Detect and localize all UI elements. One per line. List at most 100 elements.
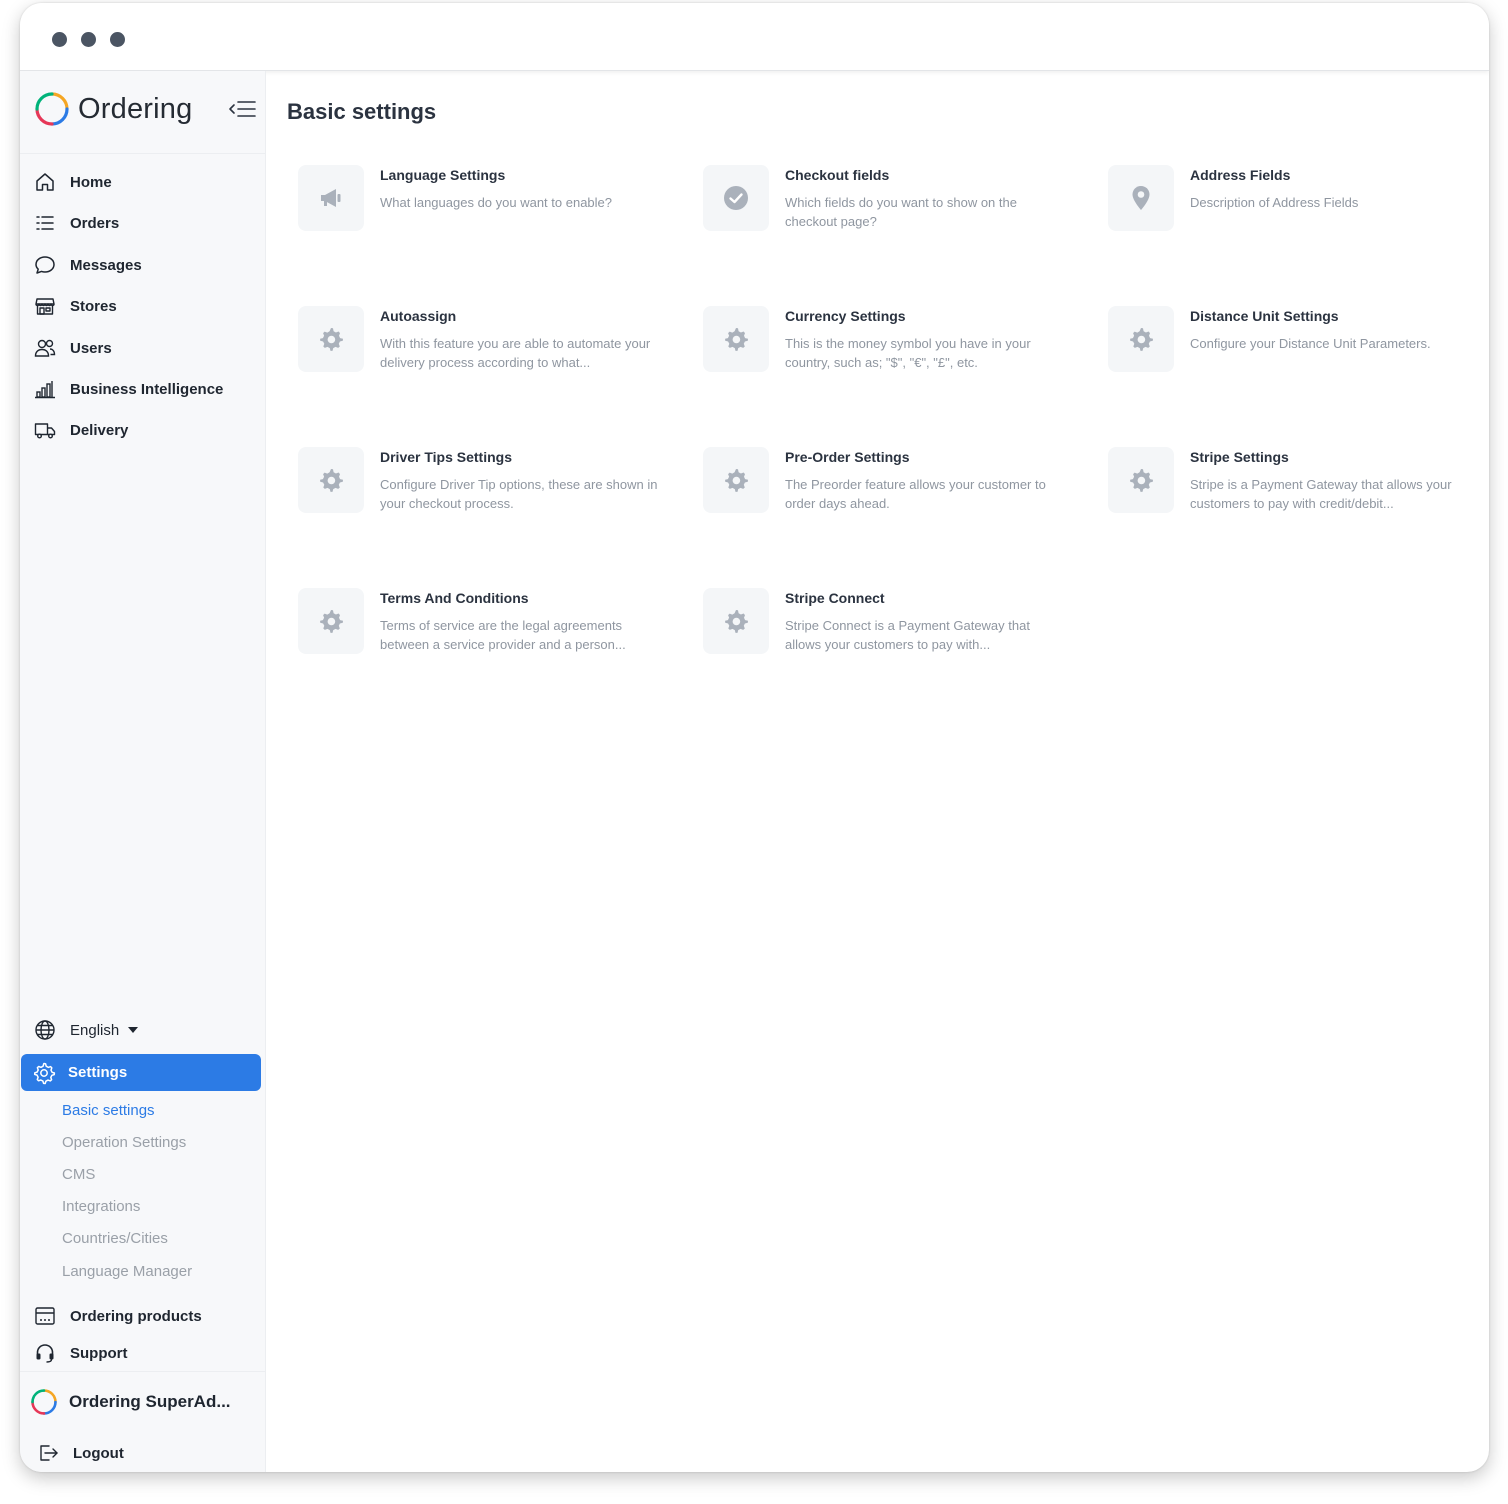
card-title: Address Fields xyxy=(1190,167,1291,183)
logout-button[interactable]: Logout xyxy=(35,1436,263,1470)
brand-name: Ordering xyxy=(78,92,193,125)
card-description: Configure Driver Tip options, these are … xyxy=(380,477,658,511)
user-name: Ordering SuperAd... xyxy=(69,1392,231,1411)
maximize-window-button[interactable] xyxy=(110,32,125,47)
truck-icon xyxy=(32,417,58,443)
language-label: English xyxy=(70,1021,120,1039)
nav-users[interactable]: Users xyxy=(32,331,260,365)
card-title: Terms And Conditions xyxy=(380,590,529,606)
nav-label: Messages xyxy=(70,256,142,274)
language-selector[interactable]: English xyxy=(32,1013,260,1047)
nav-settings[interactable]: Settings xyxy=(21,1054,261,1091)
settings-card-driver-tips[interactable]: Driver Tips Settings Configure Driver Ti… xyxy=(298,447,678,537)
nav-label: Delivery xyxy=(70,421,129,439)
collapse-sidebar-button[interactable] xyxy=(228,99,258,119)
nav-support[interactable]: Support xyxy=(32,1336,260,1370)
nav-label: Users xyxy=(70,339,112,357)
subnav-basic-settings[interactable]: Basic settings xyxy=(62,1102,155,1119)
card-description: Terms of service are the legal agreement… xyxy=(380,618,626,652)
nav-stores[interactable]: Stores xyxy=(32,289,260,323)
divider xyxy=(20,1371,265,1372)
globe-icon xyxy=(32,1017,58,1043)
subnav-integrations[interactable]: Integrations xyxy=(62,1198,140,1215)
chat-icon xyxy=(32,252,58,278)
megaphone-icon xyxy=(298,165,364,231)
card-description: Description of Address Fields xyxy=(1190,195,1359,210)
gear-icon xyxy=(298,447,364,513)
close-window-button[interactable] xyxy=(52,32,67,47)
subnav-cms[interactable]: CMS xyxy=(62,1166,95,1183)
collapse-menu-icon xyxy=(229,101,256,117)
subnav-language-manager[interactable]: Language Manager xyxy=(62,1263,192,1280)
nav-label: Business Intelligence xyxy=(70,380,224,398)
headset-icon xyxy=(32,1340,58,1366)
gear-icon xyxy=(298,306,364,372)
nav-label: Stores xyxy=(70,297,117,315)
store-icon xyxy=(32,293,58,319)
settings-card-autoassign[interactable]: Autoassign With this feature you are abl… xyxy=(298,306,678,396)
settings-card-stripe-connect[interactable]: Stripe Connect Stripe Connect is a Payme… xyxy=(703,588,1083,678)
card-description: What languages do you want to enable? xyxy=(380,195,613,210)
settings-card-checkout-fields[interactable]: Checkout fields Which fields do you want… xyxy=(703,165,1083,255)
settings-card-address-fields[interactable]: Address Fields Description of Address Fi… xyxy=(1108,165,1488,255)
nav-label: Logout xyxy=(73,1444,124,1462)
settings-card-pre-order[interactable]: Pre-Order Settings The Preorder feature … xyxy=(703,447,1083,537)
ordering-logo-icon xyxy=(35,92,69,126)
card-title: Driver Tips Settings xyxy=(380,449,513,465)
card-description: Stripe Connect is a Payment Gateway that… xyxy=(785,618,1030,652)
check-circle-icon xyxy=(703,165,769,231)
gear-icon xyxy=(703,447,769,513)
ordering-logo-icon xyxy=(31,1389,57,1415)
nav-delivery[interactable]: Delivery xyxy=(32,413,260,447)
settings-card-distance-unit[interactable]: Distance Unit Settings Configure your Di… xyxy=(1108,306,1488,396)
card-description: The Preorder feature allows your custome… xyxy=(785,477,1046,511)
gear-icon xyxy=(703,306,769,372)
subnav-operation-settings[interactable]: Operation Settings xyxy=(62,1134,186,1151)
card-description: With this feature you are able to automa… xyxy=(380,336,651,370)
card-description: Which fields do you want to show on the … xyxy=(785,195,1017,229)
card-title: Pre-Order Settings xyxy=(785,449,910,465)
nav-business-intelligence[interactable]: Business Intelligence xyxy=(32,372,260,406)
settings-card-terms[interactable]: Terms And Conditions Terms of service ar… xyxy=(298,588,678,678)
nav-home[interactable]: Home xyxy=(32,165,260,199)
nav-ordering-products[interactable]: Ordering products xyxy=(32,1299,260,1333)
main-content: Basic settings Language Settings What la… xyxy=(266,71,1489,1472)
nav-label: Ordering products xyxy=(70,1307,202,1325)
nav-orders[interactable]: Orders xyxy=(32,206,260,240)
settings-card-language[interactable]: Language Settings What languages do you … xyxy=(298,165,678,255)
card-description: This is the money symbol you have in you… xyxy=(785,336,1031,370)
card-title: Currency Settings xyxy=(785,308,906,324)
card-title: Autoassign xyxy=(380,308,457,324)
list-icon xyxy=(32,210,58,236)
gear-icon xyxy=(1108,306,1174,372)
card-title: Stripe Settings xyxy=(1190,449,1289,465)
user-profile[interactable]: Ordering SuperAd... xyxy=(31,1385,259,1419)
map-pin-icon xyxy=(1108,165,1174,231)
nav-label: Support xyxy=(70,1344,128,1362)
card-title: Distance Unit Settings xyxy=(1190,308,1339,324)
nav-label: Home xyxy=(70,173,112,191)
settings-card-stripe[interactable]: Stripe Settings Stripe is a Payment Gate… xyxy=(1108,447,1488,537)
home-icon xyxy=(32,169,58,195)
gear-icon xyxy=(298,588,364,654)
card-title: Stripe Connect xyxy=(785,590,885,606)
calendar-icon xyxy=(32,1303,58,1329)
logout-icon xyxy=(35,1440,61,1466)
caret-down-icon xyxy=(127,1021,139,1039)
card-title: Language Settings xyxy=(380,167,506,183)
sidebar: Ordering Home Orders Messages Stores Use… xyxy=(20,71,266,1472)
brand-logo[interactable]: Ordering xyxy=(35,89,192,129)
card-description: Stripe is a Payment Gateway that allows … xyxy=(1190,477,1452,511)
gear-icon xyxy=(1108,447,1174,513)
settings-card-currency[interactable]: Currency Settings This is the money symb… xyxy=(703,306,1083,396)
page-title: Basic settings xyxy=(287,99,437,124)
nav-label: Orders xyxy=(70,214,120,232)
bar-chart-icon xyxy=(32,376,58,402)
nav-messages[interactable]: Messages xyxy=(32,248,260,282)
users-icon xyxy=(32,335,58,361)
app-window: Ordering Home Orders Messages Stores Use… xyxy=(20,3,1489,1472)
card-description: Configure your Distance Unit Parameters. xyxy=(1190,336,1431,351)
minimize-window-button[interactable] xyxy=(81,32,96,47)
gear-icon xyxy=(32,1061,56,1085)
subnav-countries-cities[interactable]: Countries/Cities xyxy=(62,1230,168,1247)
